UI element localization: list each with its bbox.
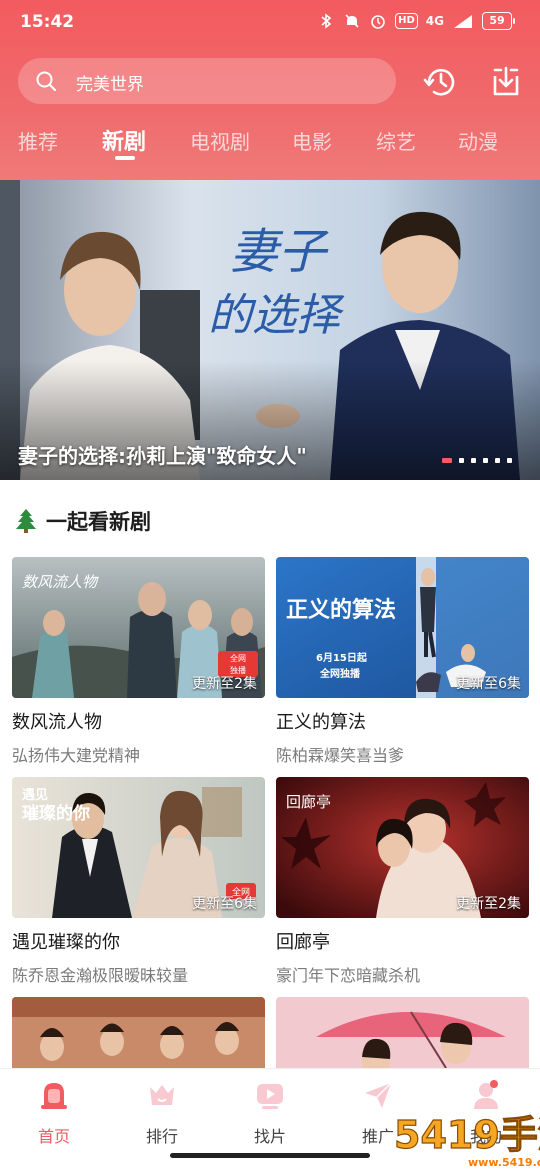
nav-find-label: 找片 xyxy=(253,1127,286,1146)
drama-subtitle: 豪门年下恋暗藏杀机 xyxy=(276,966,421,985)
drama-card[interactable] xyxy=(12,997,265,1068)
bluetooth-icon xyxy=(321,13,332,29)
svg-text:璀璨的你: 璀璨的你 xyxy=(22,803,90,824)
nav-home-label: 首页 xyxy=(37,1127,70,1146)
tab-recommend[interactable]: 推荐 xyxy=(18,126,58,155)
alarm-icon xyxy=(371,15,385,29)
battery-indicator: 59 xyxy=(482,12,515,30)
episode-badge: 更新至2集 xyxy=(456,896,521,912)
home-indicator[interactable] xyxy=(170,1153,370,1158)
nav-home[interactable]: 首页 xyxy=(14,1079,94,1147)
search-input[interactable]: 完美世界 xyxy=(76,70,144,95)
drama-poster[interactable]: 回廊亭 更新至2集 xyxy=(276,777,529,918)
status-time: 15:42 xyxy=(20,12,75,32)
banner-image: 妻子 的选择 xyxy=(0,180,540,480)
drama-poster[interactable] xyxy=(12,997,265,1068)
banner-caption[interactable]: 妻子的选择:孙莉上演"致命女人" xyxy=(18,440,307,469)
carousel-dot xyxy=(507,458,512,463)
network-label: 4G xyxy=(425,14,444,28)
svg-text:www.5419.cn: www.5419.cn xyxy=(468,1156,540,1169)
status-icons: HD 4G 59 xyxy=(317,12,515,30)
episode-badge: 更新至6集 xyxy=(456,676,521,692)
crown-icon xyxy=(150,1085,174,1105)
svg-text:正义的算法: 正义的算法 xyxy=(286,597,396,623)
carousel-indicator xyxy=(442,458,512,463)
carousel-dot xyxy=(483,458,488,463)
drama-poster[interactable]: 数风流人物 全网 独播 更新至2集 xyxy=(12,557,265,698)
section-header: 一起看新剧 xyxy=(14,506,151,536)
home-icon xyxy=(41,1083,67,1109)
svg-text:遇见: 遇见 xyxy=(22,788,48,803)
tab-indicator xyxy=(115,156,135,160)
history-icon[interactable] xyxy=(421,62,459,100)
drama-poster[interactable]: 遇见 璀璨的你 全网 更新至6集 xyxy=(12,777,265,918)
poster-image xyxy=(12,997,265,1068)
nav-ranking[interactable]: 排行 xyxy=(122,1079,202,1147)
poster-image xyxy=(276,997,529,1068)
site-watermark: 5419手游网 www.5419.cn xyxy=(393,1112,540,1169)
carousel-dot xyxy=(471,458,476,463)
drama-title[interactable]: 遇见璀璨的你 xyxy=(12,928,265,954)
hd-badge: HD xyxy=(395,13,418,29)
svg-text:全网独播: 全网独播 xyxy=(319,667,361,680)
drama-subtitle: 陈乔恩金瀚极限暧昧较量 xyxy=(12,966,189,985)
poster-title-text: 数风流人物 xyxy=(22,573,99,591)
drama-card[interactable] xyxy=(276,997,529,1068)
svg-text:全网: 全网 xyxy=(230,653,246,663)
drama-poster[interactable] xyxy=(276,997,529,1068)
carousel-dot xyxy=(495,458,500,463)
drama-card[interactable]: 回廊亭 更新至2集 回廊亭 豪门年下恋暗藏杀机 xyxy=(276,777,529,986)
drama-card[interactable]: 数风流人物 全网 独播 更新至2集 数风流人物 弘扬伟大建党精神 xyxy=(12,557,265,766)
pine-tree-icon xyxy=(16,509,36,533)
drama-subtitle: 陈柏霖爆笑喜当爹 xyxy=(276,746,405,765)
search-bar[interactable]: 完美世界 xyxy=(18,58,396,104)
svg-text:6月15日起: 6月15日起 xyxy=(316,651,368,664)
tab-variety[interactable]: 综艺 xyxy=(376,126,416,155)
search-icon xyxy=(36,71,57,92)
drama-title[interactable]: 回廊亭 xyxy=(276,928,529,954)
tab-new-drama[interactable]: 新剧 xyxy=(102,124,146,156)
episode-badge: 更新至2集 xyxy=(192,676,257,692)
drama-title[interactable]: 正义的算法 xyxy=(276,708,529,734)
user-icon xyxy=(474,1080,498,1109)
tab-anime[interactable]: 动漫 xyxy=(458,126,498,155)
tab-tv-series[interactable]: 电视剧 xyxy=(190,126,250,155)
banner-carousel[interactable]: 妻子 的选择 xyxy=(0,180,540,480)
episode-badge: 更新至6集 xyxy=(192,896,257,912)
tab-movie[interactable]: 电影 xyxy=(292,126,332,155)
mute-icon xyxy=(345,14,359,28)
carousel-dot xyxy=(459,458,464,463)
svg-text:5419手游网: 5419手游网 xyxy=(394,1113,540,1157)
drama-card[interactable]: 遇见 璀璨的你 全网 更新至6集 遇见璀璨的你 陈乔恩金瀚极限暧昧较量 xyxy=(12,777,265,986)
drama-title[interactable]: 数风流人物 xyxy=(12,708,265,734)
status-bar: 15:42 HD 4G 59 xyxy=(0,0,540,44)
send-icon xyxy=(365,1082,392,1108)
signal-icon xyxy=(454,15,472,28)
drama-poster[interactable]: 正义的算法 6月15日起 全网独播 更新至6集 xyxy=(276,557,529,698)
svg-text:回廊亭: 回廊亭 xyxy=(286,793,331,811)
play-box-icon xyxy=(257,1084,283,1109)
download-icon[interactable] xyxy=(487,62,525,100)
drama-subtitle: 弘扬伟大建党精神 xyxy=(12,746,141,765)
drama-card[interactable]: 正义的算法 6月15日起 全网独播 更新至6集 正义的算法 陈柏霖爆笑喜当爹 xyxy=(276,557,529,766)
nav-find[interactable]: 找片 xyxy=(230,1079,310,1147)
top-header: 15:42 HD 4G 59 完美世界 推荐 新剧 电视剧 电影 综艺 动漫 xyxy=(0,0,540,180)
nav-ranking-label: 排行 xyxy=(145,1127,178,1146)
carousel-dot xyxy=(442,458,452,463)
category-tabs: 推荐 新剧 电视剧 电影 综艺 动漫 xyxy=(0,122,540,172)
section-title: 一起看新剧 xyxy=(46,510,151,534)
